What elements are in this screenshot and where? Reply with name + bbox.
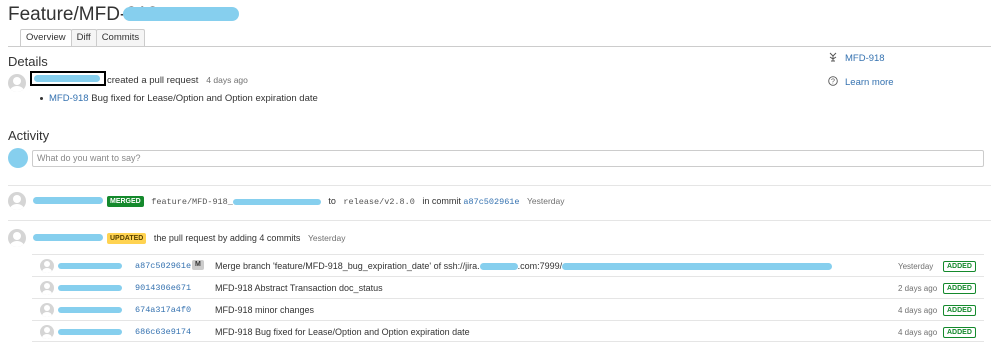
target-branch: release/v2.8.0 bbox=[343, 197, 415, 207]
commit-time: Yesterday bbox=[898, 262, 934, 271]
author-redaction bbox=[34, 75, 100, 82]
tabs-divider bbox=[8, 46, 991, 47]
issue-summary: Bug fixed for Lease/Option and Option ex… bbox=[91, 93, 318, 104]
tab-commits[interactable]: Commits bbox=[95, 29, 146, 46]
commit-row[interactable]: 686c63e9174 MFD-918 Bug fixed for Lease/… bbox=[32, 320, 984, 342]
commit-author-redacted bbox=[58, 263, 122, 269]
commit-row[interactable]: 9014306e671 MFD-918 Abstract Transaction… bbox=[32, 276, 984, 298]
current-user-avatar bbox=[8, 148, 28, 168]
commit-hash[interactable]: 686c63e9174 bbox=[135, 327, 191, 337]
commit-author-avatar bbox=[40, 259, 54, 273]
added-badge: ADDED bbox=[943, 283, 976, 294]
help-icon: ? bbox=[828, 76, 838, 86]
commit-author-redacted bbox=[58, 307, 122, 313]
merged-event: MERGED feature/MFD-918_ to release/v2.8.… bbox=[107, 196, 565, 208]
svg-text:?: ? bbox=[831, 79, 835, 86]
updated-time: Yesterday bbox=[307, 233, 346, 243]
merger-name-redacted[interactable] bbox=[33, 197, 103, 204]
commit-time: 4 days ago bbox=[898, 328, 938, 337]
details-heading: Details bbox=[8, 54, 48, 69]
branch-redaction bbox=[232, 198, 321, 205]
tab-bar: Overview Diff Commits bbox=[20, 29, 146, 47]
merge-commit-badge: M bbox=[192, 260, 204, 270]
tab-diff[interactable]: Diff bbox=[70, 29, 97, 46]
sidebar-jira: MFD-918 bbox=[828, 52, 885, 64]
commit-message: MFD-918 Bug fixed for Lease/Option and O… bbox=[215, 327, 470, 337]
updated-text: the pull request by adding 4 commits bbox=[153, 233, 301, 243]
added-badge: ADDED bbox=[943, 305, 976, 316]
jira-icon bbox=[829, 52, 837, 62]
commit-author-redacted bbox=[58, 329, 122, 335]
commit-message-tail: .com:7999/ bbox=[517, 261, 563, 271]
learn-more-link[interactable]: Learn more bbox=[845, 77, 894, 88]
commit-author-avatar bbox=[40, 281, 54, 295]
commit-author-avatar bbox=[40, 303, 54, 317]
sidebar-jira-link[interactable]: MFD-918 bbox=[845, 53, 885, 64]
activity-heading: Activity bbox=[8, 128, 50, 143]
added-badge: ADDED bbox=[943, 261, 976, 272]
commit-message: MFD-918 minor changes bbox=[215, 305, 315, 315]
commit-message: Merge branch 'feature/MFD-918_bug_expira… bbox=[215, 261, 833, 271]
commit-time: 2 days ago bbox=[898, 284, 938, 293]
commit-author-redacted bbox=[58, 285, 122, 291]
created-action: created a pull request bbox=[107, 75, 199, 86]
activity-divider bbox=[8, 185, 991, 186]
title-redaction bbox=[123, 7, 239, 21]
in-commit-text: in commit bbox=[422, 196, 461, 206]
updater-name-redacted[interactable] bbox=[33, 234, 103, 241]
sidebar-learn: ? Learn more bbox=[828, 76, 894, 88]
author-avatar bbox=[8, 74, 26, 92]
event-divider bbox=[8, 220, 991, 221]
author-name-redacted[interactable] bbox=[30, 71, 106, 86]
merge-commit-hash[interactable]: a87c502961e bbox=[463, 197, 519, 207]
created-time: 4 days ago bbox=[206, 75, 248, 85]
updated-event: UPDATED the pull request by adding 4 com… bbox=[107, 233, 346, 245]
added-badge: ADDED bbox=[943, 327, 976, 338]
commit-row[interactable]: a87c502961e M Merge branch 'feature/MFD-… bbox=[32, 254, 984, 276]
path-redaction bbox=[562, 263, 833, 271]
issue-link[interactable]: MFD-918 bbox=[49, 93, 89, 104]
commit-hash[interactable]: 9014306e671 bbox=[135, 283, 191, 293]
comment-input[interactable]: What do you want to say? bbox=[32, 150, 984, 167]
host-redaction bbox=[479, 263, 518, 271]
merged-time: Yesterday bbox=[527, 196, 565, 206]
issue-bullet: MFD-918 Bug fixed for Lease/Option and O… bbox=[40, 93, 318, 104]
source-branch: feature/MFD-918_ bbox=[151, 197, 233, 207]
commit-row[interactable]: 674a317a4f0 MFD-918 minor changes 4 days… bbox=[32, 298, 984, 320]
merged-lozenge: MERGED bbox=[107, 196, 144, 208]
commit-message: MFD-918 Abstract Transaction doc_status bbox=[215, 283, 383, 293]
tab-overview[interactable]: Overview bbox=[20, 29, 72, 47]
updater-avatar bbox=[8, 229, 26, 247]
created-line: created a pull request 4 days ago bbox=[107, 75, 248, 86]
commit-author-avatar bbox=[40, 325, 54, 339]
commit-hash[interactable]: a87c502961e bbox=[135, 261, 191, 271]
updated-lozenge: UPDATED bbox=[107, 233, 147, 245]
commit-hash[interactable]: 674a317a4f0 bbox=[135, 305, 191, 315]
to-text: to bbox=[328, 196, 336, 206]
commit-message-text: Merge branch 'feature/MFD-918_bug_expira… bbox=[215, 261, 480, 271]
bullet-dot bbox=[40, 96, 43, 100]
commit-time: 4 days ago bbox=[898, 306, 938, 315]
merger-avatar bbox=[8, 192, 26, 210]
